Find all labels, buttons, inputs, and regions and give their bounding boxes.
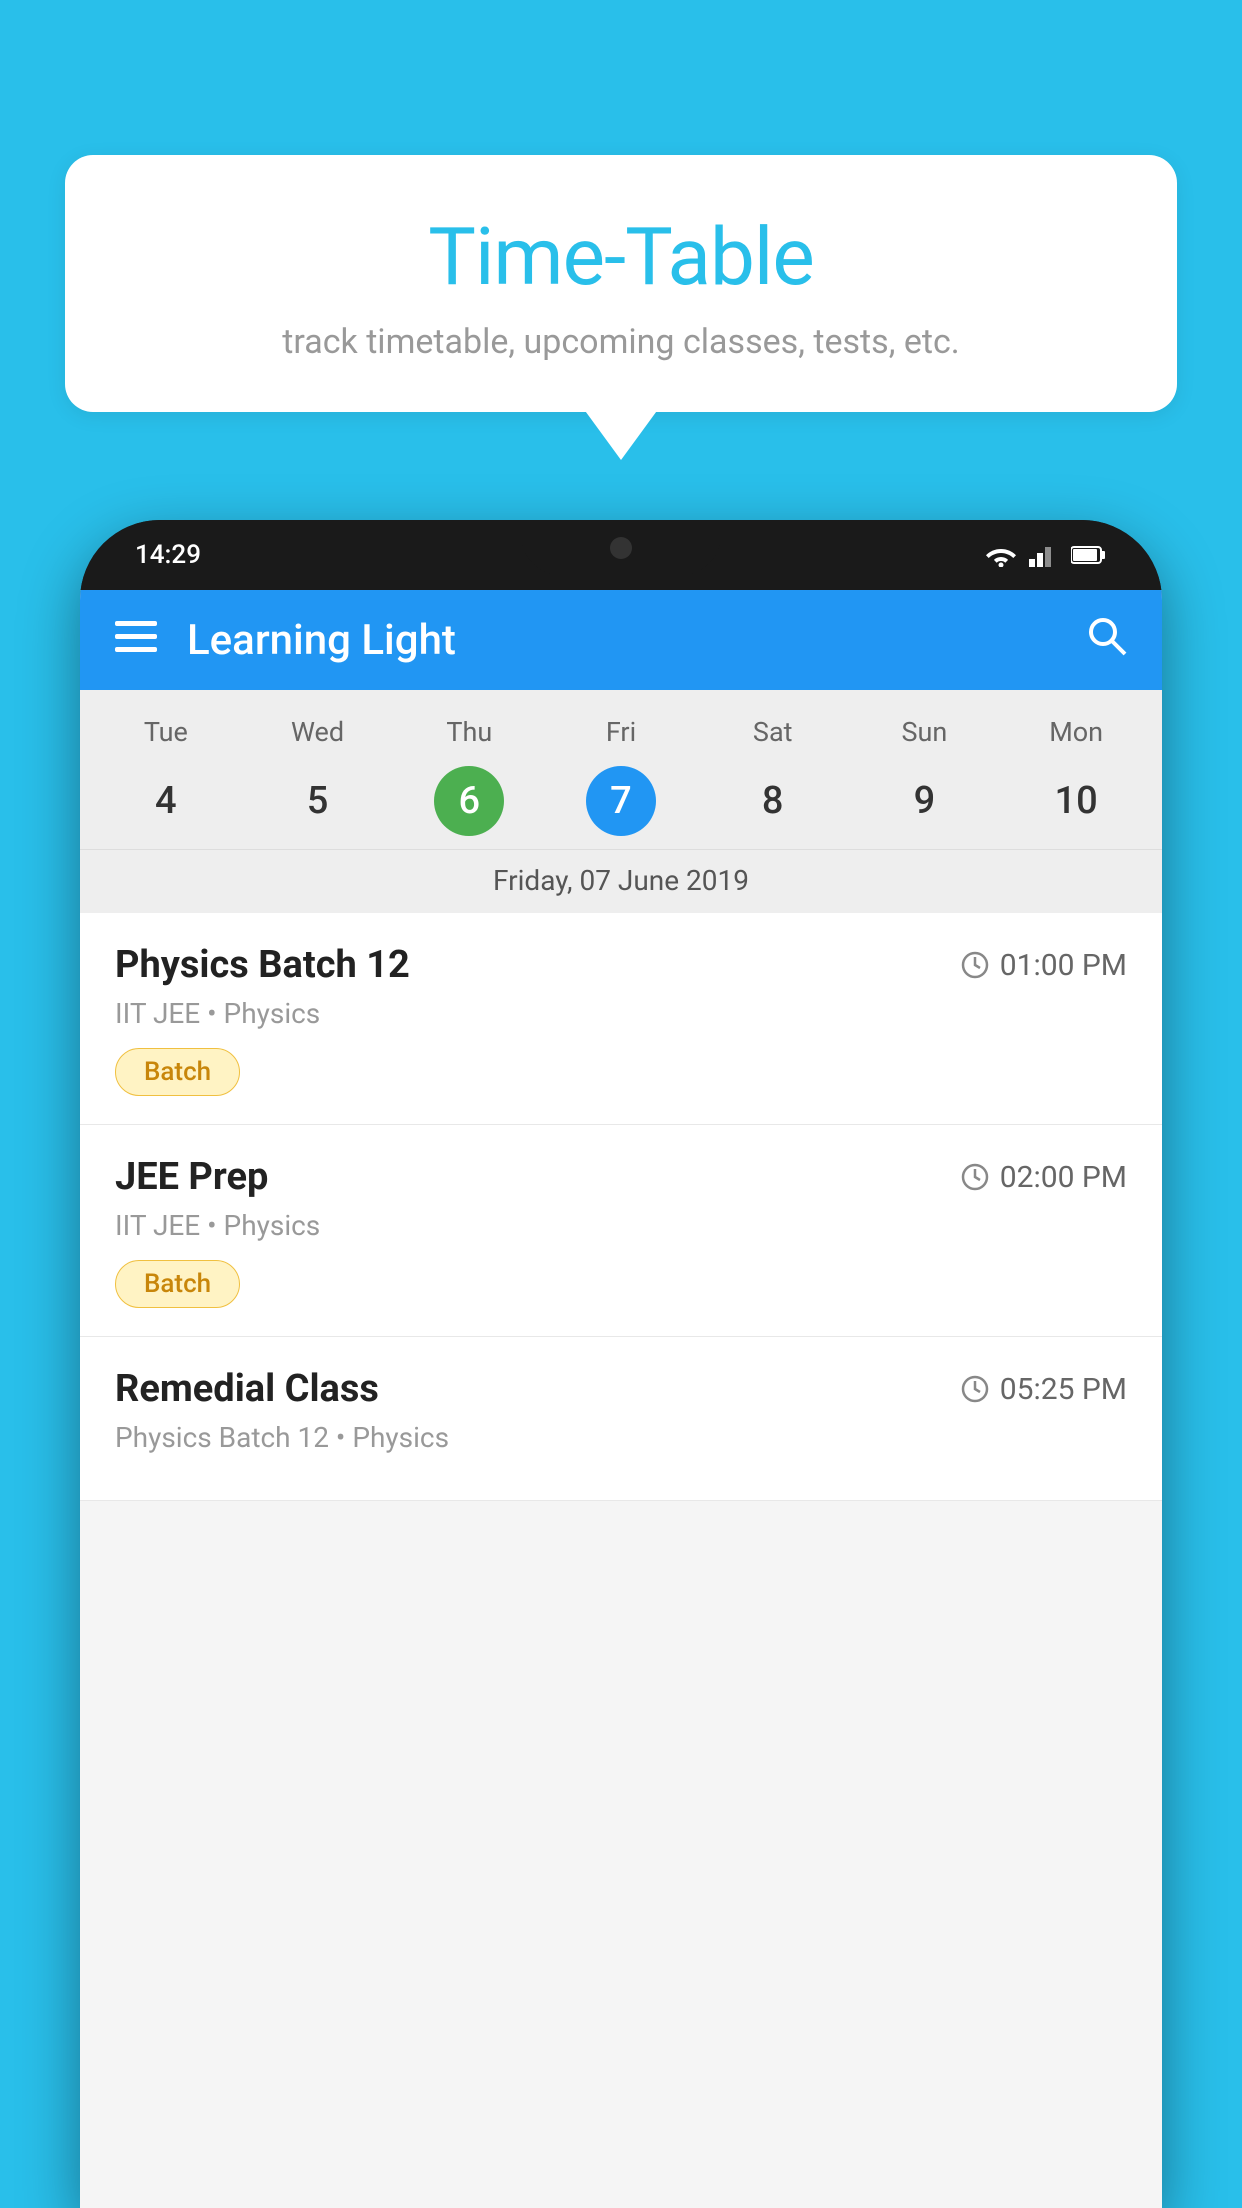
batch-badge-1: Batch <box>115 1048 240 1096</box>
schedule-item-3[interactable]: Remedial Class 05:25 PM Physics Batch 12… <box>80 1337 1162 1501</box>
day-fri: Fri <box>545 708 697 756</box>
clock-icon-2 <box>960 1162 990 1192</box>
schedule-item-3-top: Remedial Class 05:25 PM <box>115 1367 1127 1411</box>
day-wed: Wed <box>242 708 394 756</box>
status-bar: 14:29 <box>80 520 1162 590</box>
wifi-icon <box>985 543 1017 567</box>
camera <box>610 537 632 559</box>
app-title: Learning Light <box>187 616 1085 665</box>
schedule-item-3-title: Remedial Class <box>115 1367 379 1411</box>
phone-screen: Learning Light Tue Wed Thu Fri Sat Sun M… <box>80 590 1162 2208</box>
selected-date-label: Friday, 07 June 2019 <box>80 849 1162 913</box>
batch-badge-2: Batch <box>115 1260 240 1308</box>
date-9[interactable]: 9 <box>849 761 1001 841</box>
date-7-selected[interactable]: 7 <box>586 766 656 836</box>
calendar-section: Tue Wed Thu Fri Sat Sun Mon 4 5 6 7 8 9 … <box>80 690 1162 913</box>
status-time: 14:29 <box>135 540 201 570</box>
date-6-today[interactable]: 6 <box>434 766 504 836</box>
date-10[interactable]: 10 <box>1000 761 1152 841</box>
clock-icon-1 <box>960 950 990 980</box>
battery-icon <box>1071 545 1107 565</box>
schedule-item-1-time: 01:00 PM <box>960 948 1127 983</box>
day-thu: Thu <box>393 708 545 756</box>
bubble-title: Time-Table <box>125 210 1117 304</box>
bubble-subtitle: track timetable, upcoming classes, tests… <box>125 322 1117 362</box>
phone-notch <box>521 520 721 575</box>
clock-icon-3 <box>960 1374 990 1404</box>
schedule-item-2-time: 02:00 PM <box>960 1160 1127 1195</box>
day-numbers: 4 5 6 7 8 9 10 <box>80 761 1162 841</box>
schedule-item-3-time: 05:25 PM <box>960 1372 1127 1407</box>
schedule-item-2-top: JEE Prep 02:00 PM <box>115 1155 1127 1199</box>
schedule-list: Physics Batch 12 01:00 PM IIT JEE • Phys… <box>80 913 1162 1501</box>
signal-icon <box>1029 543 1059 567</box>
speech-bubble: Time-Table track timetable, upcoming cla… <box>65 155 1177 412</box>
schedule-item-2[interactable]: JEE Prep 02:00 PM IIT JEE • Physics Batc… <box>80 1125 1162 1337</box>
schedule-item-2-meta: IIT JEE • Physics <box>115 1209 1127 1242</box>
day-tue: Tue <box>90 708 242 756</box>
schedule-item-1-top: Physics Batch 12 01:00 PM <box>115 943 1127 987</box>
day-headers: Tue Wed Thu Fri Sat Sun Mon <box>80 708 1162 756</box>
date-8[interactable]: 8 <box>697 761 849 841</box>
day-sat: Sat <box>697 708 849 756</box>
speech-bubble-wrapper: Time-Table track timetable, upcoming cla… <box>65 155 1177 412</box>
phone-frame: 14:29 <box>80 520 1162 2208</box>
schedule-item-1-title: Physics Batch 12 <box>115 943 410 987</box>
date-5[interactable]: 5 <box>242 761 394 841</box>
menu-icon[interactable] <box>115 620 157 660</box>
search-icon[interactable] <box>1085 614 1127 667</box>
schedule-item-3-meta: Physics Batch 12 • Physics <box>115 1421 1127 1454</box>
day-mon: Mon <box>1000 708 1152 756</box>
day-sun: Sun <box>849 708 1001 756</box>
app-header: Learning Light <box>80 590 1162 690</box>
status-icons <box>985 543 1107 567</box>
schedule-item-1-meta: IIT JEE • Physics <box>115 997 1127 1030</box>
schedule-item-2-title: JEE Prep <box>115 1155 268 1199</box>
date-4[interactable]: 4 <box>90 761 242 841</box>
schedule-item-1[interactable]: Physics Batch 12 01:00 PM IIT JEE • Phys… <box>80 913 1162 1125</box>
